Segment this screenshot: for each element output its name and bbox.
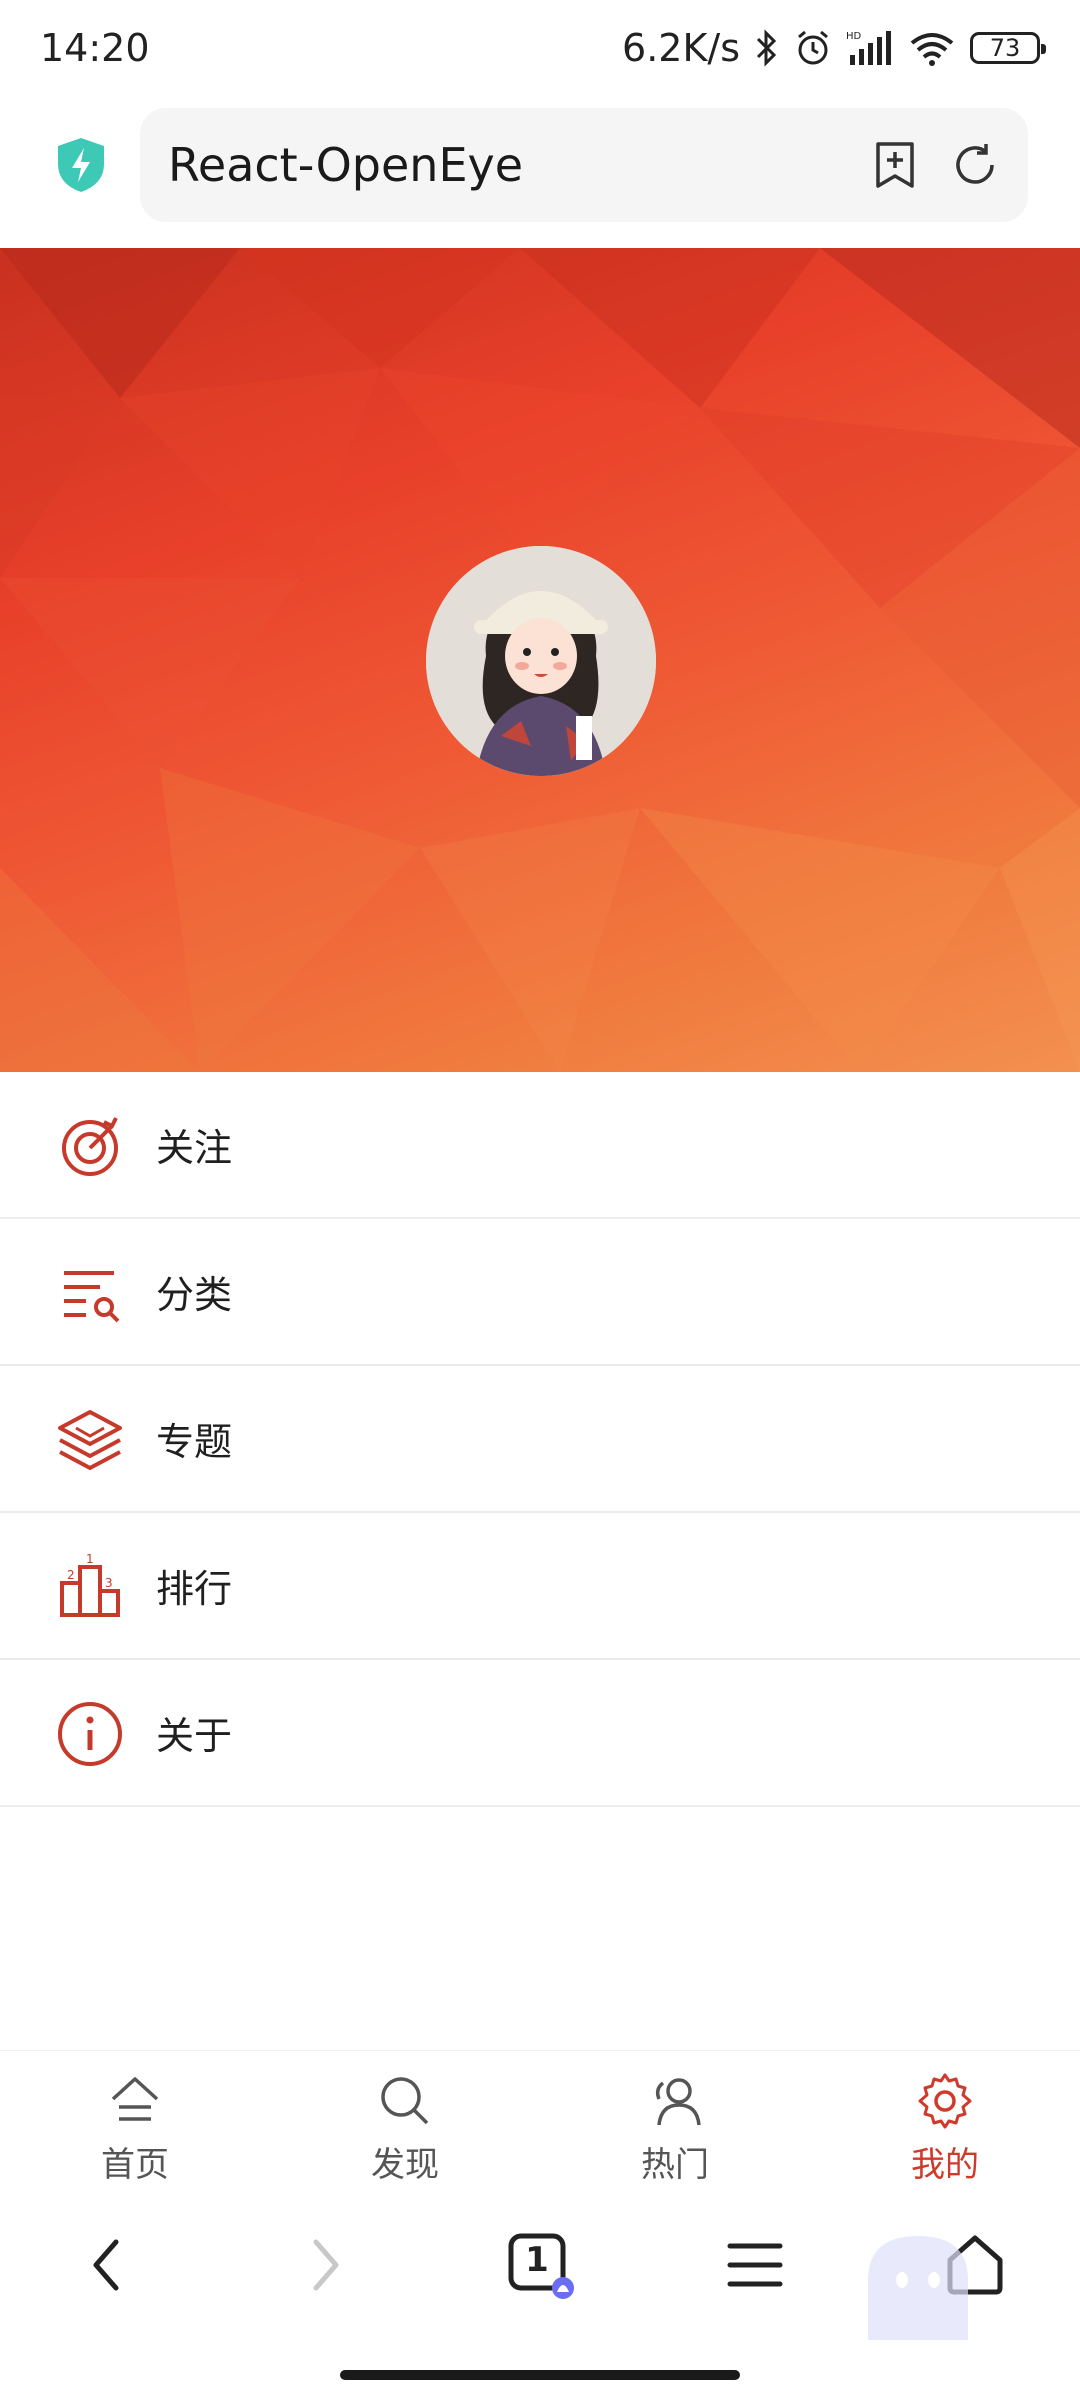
menu-label-about: 关于 xyxy=(156,1714,233,1758)
battery-level: 73 xyxy=(989,34,1021,62)
target-icon xyxy=(62,1117,118,1176)
tab-label-mine: 我的 xyxy=(911,2145,979,2185)
avatar-illustration xyxy=(426,546,656,776)
browser-nav-bar: 1 xyxy=(0,2200,1080,2340)
tabs-button[interactable]: 1 xyxy=(505,2230,575,2300)
wifi-icon xyxy=(910,33,954,66)
menu-item-follow[interactable]: 关注 xyxy=(0,1072,1080,1219)
menu-icon[interactable] xyxy=(720,2230,790,2300)
home-indicator[interactable] xyxy=(340,2370,740,2380)
menu-label-follow: 关注 xyxy=(156,1126,233,1170)
gear-icon xyxy=(918,2073,972,2129)
tab-label-home: 首页 xyxy=(101,2145,169,2185)
tab-label-hot: 热门 xyxy=(641,2145,709,2185)
signal-icon: HD xyxy=(846,31,891,65)
url-title[interactable]: React-OpenEye xyxy=(168,138,523,192)
home-icon xyxy=(111,2077,159,2121)
menu-label-category: 分类 xyxy=(156,1273,233,1317)
svg-text:HD: HD xyxy=(846,31,862,42)
alarm-icon xyxy=(798,30,828,65)
bottom-tab-bar: 首页 发现 热门 我的 xyxy=(0,2050,1080,2200)
tab-hot[interactable]: 热门 xyxy=(540,2051,810,2200)
status-icons: 6.2K/s HD 73 xyxy=(622,26,1046,70)
address-bar[interactable]: React-OpenEye xyxy=(140,108,1028,222)
ghost-mascot-icon xyxy=(868,2236,968,2340)
svg-text:2: 2 xyxy=(67,1568,75,1582)
status-time: 14:20 xyxy=(40,26,150,70)
refresh-icon[interactable] xyxy=(950,140,1000,190)
menu-item-category[interactable]: 分类 xyxy=(0,1219,1080,1366)
svg-text:1: 1 xyxy=(86,1553,94,1566)
address-bar-row: React-OpenEye xyxy=(0,100,1080,230)
bluetooth-icon xyxy=(756,29,777,67)
menu-item-topics[interactable]: 专题 xyxy=(0,1366,1080,1513)
tab-home[interactable]: 首页 xyxy=(0,2051,270,2200)
security-shield-icon[interactable] xyxy=(54,136,108,194)
status-bar: 14:20 6.2K/s HD 73 xyxy=(0,0,1080,96)
net-speed: 6.2K/s xyxy=(622,26,740,70)
users-icon xyxy=(655,2078,701,2126)
tab-label-discover: 发现 xyxy=(371,2145,439,2185)
layers-icon xyxy=(58,1410,122,1470)
menu-label-ranking: 排行 xyxy=(156,1567,233,1611)
menu-item-about[interactable]: 关于 xyxy=(0,1660,1080,1807)
avatar[interactable] xyxy=(426,546,656,776)
profile-banner xyxy=(0,248,1080,1072)
search-icon xyxy=(381,2077,429,2125)
podium-icon: 1 2 3 xyxy=(60,1553,120,1617)
forward-icon[interactable] xyxy=(290,2230,360,2300)
menu-label-topics: 专题 xyxy=(156,1420,233,1464)
tab-mine[interactable]: 我的 xyxy=(810,2051,1080,2200)
profile-menu: 关注 分类 专题 1 2 3 排行 关于 xyxy=(0,1072,1080,1807)
battery-indicator: 73 xyxy=(970,32,1046,64)
bookmark-add-icon[interactable] xyxy=(870,140,920,190)
tab-count: 1 xyxy=(525,2240,549,2280)
list-search-icon xyxy=(64,1271,120,1323)
info-icon xyxy=(58,1702,122,1766)
tab-discover[interactable]: 发现 xyxy=(270,2051,540,2200)
back-icon[interactable] xyxy=(72,2230,142,2300)
menu-item-ranking[interactable]: 1 2 3 排行 xyxy=(0,1513,1080,1660)
svg-text:3: 3 xyxy=(105,1576,113,1590)
